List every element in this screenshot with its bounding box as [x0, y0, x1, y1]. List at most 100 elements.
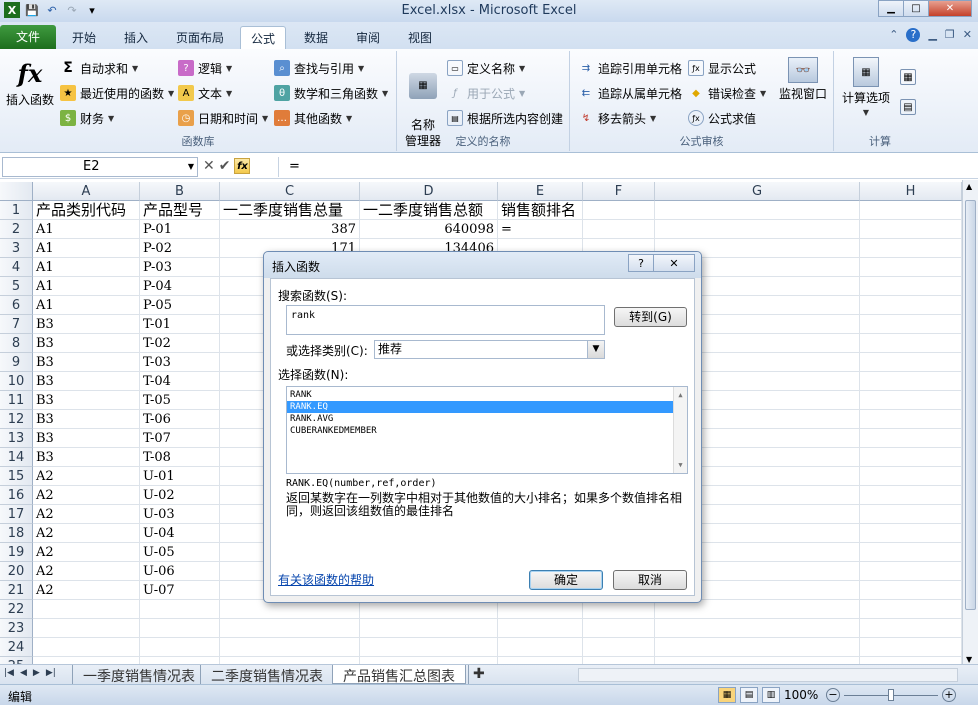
- text-button[interactable]: A 文本 ▼: [178, 82, 232, 104]
- cell-a6[interactable]: A1: [33, 296, 140, 315]
- datetime-button[interactable]: ◷ 日期和时间 ▼: [178, 107, 268, 129]
- row-header[interactable]: 2: [0, 220, 33, 239]
- cell-a24[interactable]: [33, 638, 140, 657]
- cell-a14[interactable]: B3: [33, 448, 140, 467]
- cell-b3[interactable]: P-02: [140, 239, 220, 258]
- cell-h16[interactable]: [860, 486, 962, 505]
- cell-b14[interactable]: T-08: [140, 448, 220, 467]
- column-header-h[interactable]: H: [860, 182, 962, 201]
- help-icon[interactable]: ?: [906, 28, 921, 42]
- function-item-rank-avg[interactable]: RANK.AVG: [287, 413, 687, 425]
- name-box-dropdown-icon[interactable]: ▼: [188, 158, 194, 176]
- column-header-g[interactable]: G: [655, 182, 860, 201]
- cell-h20[interactable]: [860, 562, 962, 581]
- function-item-cuberankedmember[interactable]: CUBERANKEDMEMBER: [287, 425, 687, 437]
- cell-f2[interactable]: [583, 220, 655, 239]
- row-header[interactable]: 12: [0, 410, 33, 429]
- cell-h21[interactable]: [860, 581, 962, 600]
- cell-b16[interactable]: U-02: [140, 486, 220, 505]
- cancel-button[interactable]: 取消: [613, 570, 687, 590]
- cell-a13[interactable]: B3: [33, 429, 140, 448]
- function-help-link[interactable]: 有关该函数的帮助: [278, 571, 374, 588]
- cell-e24[interactable]: [498, 638, 583, 657]
- column-header-c[interactable]: C: [220, 182, 360, 201]
- doc-close-icon[interactable]: ✕: [963, 28, 972, 42]
- cancel-entry-icon[interactable]: ✕: [203, 158, 215, 174]
- page-layout-view-icon[interactable]: ▤: [740, 687, 758, 703]
- row-header[interactable]: 24: [0, 638, 33, 657]
- cell-g23[interactable]: [655, 619, 860, 638]
- row-header[interactable]: 17: [0, 505, 33, 524]
- use-in-formula-button[interactable]: ƒ 用于公式 ▼: [447, 82, 525, 104]
- doc-restore-icon[interactable]: ❐: [945, 28, 955, 42]
- tab-page-layout[interactable]: 页面布局: [166, 26, 234, 49]
- cell-a18[interactable]: A2: [33, 524, 140, 543]
- zoom-in-icon[interactable]: +: [942, 688, 956, 702]
- row-header[interactable]: 9: [0, 353, 33, 372]
- cell-a16[interactable]: A2: [33, 486, 140, 505]
- column-header-a[interactable]: A: [33, 182, 140, 201]
- category-dropdown-icon[interactable]: ▼: [587, 341, 604, 358]
- cell-c23[interactable]: [220, 619, 360, 638]
- recent-functions-button[interactable]: ★ 最近使用的函数 ▼: [60, 82, 174, 104]
- autosum-button[interactable]: Σ 自动求和 ▼: [60, 57, 138, 79]
- cell-h18[interactable]: [860, 524, 962, 543]
- cell-h24[interactable]: [860, 638, 962, 657]
- cell-h8[interactable]: [860, 334, 962, 353]
- vertical-scroll-thumb[interactable]: [965, 200, 976, 610]
- scroll-up-icon[interactable]: ▲: [966, 182, 972, 191]
- tab-review[interactable]: 审阅: [346, 26, 390, 49]
- column-header-d[interactable]: D: [360, 182, 498, 201]
- row-header[interactable]: 19: [0, 543, 33, 562]
- prev-sheet-icon[interactable]: ◀: [20, 668, 27, 678]
- cell-d2[interactable]: 640098: [360, 220, 498, 239]
- trace-dependents-button[interactable]: ⇇ 追踪从属单元格: [578, 82, 682, 104]
- cell-g24[interactable]: [655, 638, 860, 657]
- cell-b24[interactable]: [140, 638, 220, 657]
- cell-d23[interactable]: [360, 619, 498, 638]
- cell-b15[interactable]: U-01: [140, 467, 220, 486]
- cell-h14[interactable]: [860, 448, 962, 467]
- cell-a17[interactable]: A2: [33, 505, 140, 524]
- cell-c1[interactable]: 一二季度销售总量: [220, 201, 360, 220]
- cell-a19[interactable]: A2: [33, 543, 140, 562]
- define-name-button[interactable]: ▭ 定义名称 ▼: [447, 57, 525, 79]
- row-header[interactable]: 18: [0, 524, 33, 543]
- cell-a7[interactable]: B3: [33, 315, 140, 334]
- cell-a3[interactable]: A1: [33, 239, 140, 258]
- cell-b13[interactable]: T-07: [140, 429, 220, 448]
- cell-b22[interactable]: [140, 600, 220, 619]
- remove-arrows-button[interactable]: ↯ 移去箭头 ▼: [578, 107, 656, 129]
- show-formulas-button[interactable]: ƒx 显示公式: [688, 57, 756, 79]
- cell-b8[interactable]: T-02: [140, 334, 220, 353]
- row-header[interactable]: 10: [0, 372, 33, 391]
- cell-b10[interactable]: T-04: [140, 372, 220, 391]
- scroll-down-icon[interactable]: ▼: [966, 655, 972, 664]
- calculation-options-button[interactable]: ▦ 计算选项 ▼: [838, 57, 894, 117]
- row-header[interactable]: 8: [0, 334, 33, 353]
- cell-b5[interactable]: P-04: [140, 277, 220, 296]
- maximize-button[interactable]: □: [903, 0, 929, 17]
- cell-a9[interactable]: B3: [33, 353, 140, 372]
- trace-precedents-button[interactable]: ⇉ 追踪引用单元格: [578, 57, 682, 79]
- first-sheet-icon[interactable]: |◀: [4, 668, 14, 678]
- cell-a12[interactable]: B3: [33, 410, 140, 429]
- cell-b19[interactable]: U-05: [140, 543, 220, 562]
- page-break-view-icon[interactable]: ▥: [762, 687, 780, 703]
- cell-f23[interactable]: [583, 619, 655, 638]
- cell-b11[interactable]: T-05: [140, 391, 220, 410]
- row-header[interactable]: 16: [0, 486, 33, 505]
- logical-button[interactable]: ? 逻辑 ▼: [178, 57, 232, 79]
- formula-input[interactable]: =: [278, 157, 960, 177]
- cell-f24[interactable]: [583, 638, 655, 657]
- cell-h12[interactable]: [860, 410, 962, 429]
- cell-a21[interactable]: A2: [33, 581, 140, 600]
- cell-h13[interactable]: [860, 429, 962, 448]
- row-header[interactable]: 11: [0, 391, 33, 410]
- row-header[interactable]: 3: [0, 239, 33, 258]
- cell-h22[interactable]: [860, 600, 962, 619]
- sheet-tab-q1[interactable]: 一季度销售情况表: [72, 665, 205, 685]
- column-header-e[interactable]: E: [498, 182, 583, 201]
- cell-h9[interactable]: [860, 353, 962, 372]
- normal-view-icon[interactable]: ▦: [718, 687, 736, 703]
